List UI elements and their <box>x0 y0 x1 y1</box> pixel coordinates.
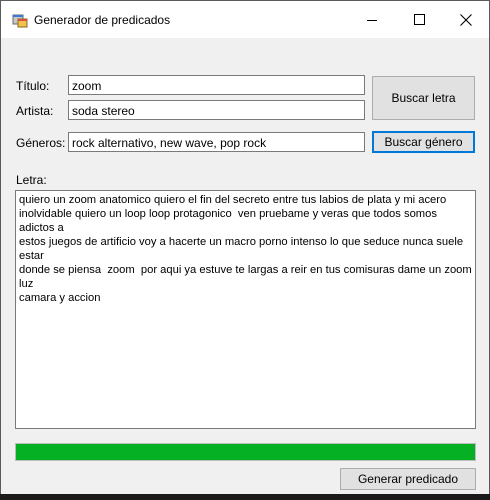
generar-predicado-button[interactable]: Generar predicado <box>340 468 476 490</box>
close-icon <box>460 13 472 26</box>
letra-textarea[interactable]: quiero un zoom anatomico quiero el fin d… <box>15 190 476 429</box>
progress-bar <box>15 443 476 461</box>
titulo-label: Título: <box>16 79 50 93</box>
minimize-button[interactable] <box>349 1 395 38</box>
generos-label: Géneros: <box>16 136 66 150</box>
progress-bar-fill <box>16 444 475 460</box>
artista-field[interactable]: soda stereo <box>68 100 365 120</box>
background-strip <box>0 494 490 500</box>
app-window-icon <box>12 12 28 28</box>
title-bar[interactable]: Generador de predicados <box>1 1 489 38</box>
buscar-letra-button[interactable]: Buscar letra <box>372 76 475 120</box>
letra-label: Letra: <box>16 173 47 187</box>
buscar-genero-button[interactable]: Buscar género <box>372 131 475 153</box>
artista-label: Artista: <box>16 104 54 118</box>
main-window: Generador de predicados Título: zoom Art… <box>0 0 490 495</box>
close-button[interactable] <box>443 1 489 38</box>
window-title: Generador de predicados <box>34 13 171 27</box>
generos-field[interactable]: rock alternativo, new wave, pop rock <box>68 132 365 152</box>
minimize-icon <box>367 15 377 25</box>
titulo-field[interactable]: zoom <box>68 75 365 95</box>
maximize-icon <box>413 14 425 25</box>
maximize-button[interactable] <box>396 1 442 38</box>
